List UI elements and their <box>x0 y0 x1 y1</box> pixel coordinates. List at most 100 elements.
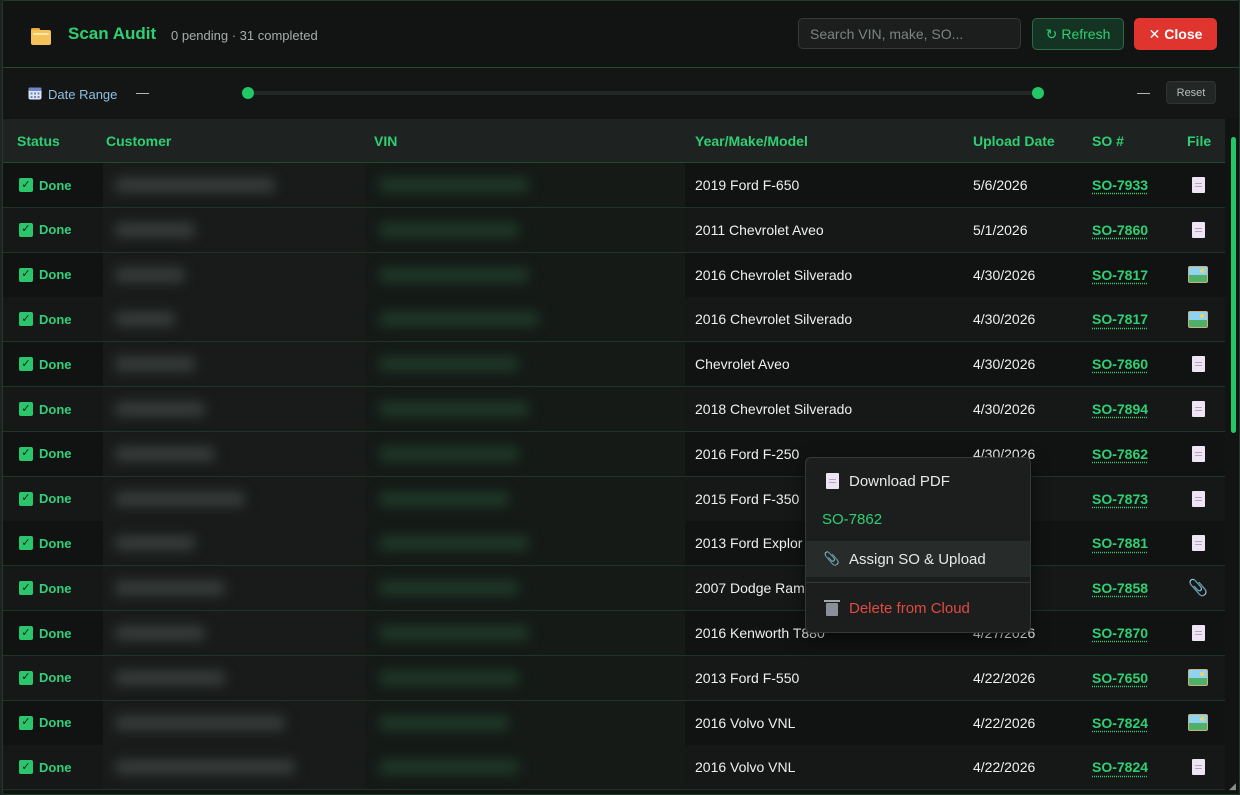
so-number-link[interactable]: SO-7824 <box>1092 701 1148 745</box>
table-row[interactable]: ✓ Done Chevrolet Aveo 4/30/2026 SO-7860 <box>3 342 1225 388</box>
doc-icon <box>1191 759 1205 776</box>
date-range-start-handle[interactable] <box>242 87 254 99</box>
delete-from-cloud-menu-item[interactable]: Delete from Cloud <box>806 590 1030 626</box>
column-header-upload-date[interactable]: Upload Date <box>973 133 1055 149</box>
resize-grip-icon[interactable]: ◢ <box>1229 781 1236 792</box>
date-range-end-handle[interactable] <box>1032 87 1044 99</box>
table-row[interactable]: ✓ Done 2007 Dodge Ram SO-7858 📎 <box>3 566 1225 612</box>
table-row[interactable]: ✓ Done 2016 Kenworth T880 4/27/2026 SO-7870 <box>3 611 1225 656</box>
file-cell[interactable] <box>1187 208 1209 252</box>
table-row[interactable]: ✓ Done 2018 Chevrolet Silverado 4/30/2026 SO… <box>3 387 1225 432</box>
so-number-link[interactable]: SO-7824 <box>1092 745 1148 789</box>
table-header: Status Customer VIN Year/Make/Model Uplo… <box>3 119 1225 163</box>
checkmark-icon: ✓ <box>19 760 33 775</box>
vin-cell-redacted <box>365 163 685 207</box>
status-label: Done <box>39 535 72 551</box>
reset-date-range-button[interactable]: Reset <box>1166 81 1216 104</box>
status-badge: ✓ Done <box>19 253 72 297</box>
refresh-icon: ↻ <box>1045 25 1058 42</box>
assign-so-upload-menu-item[interactable]: 📎 Assign SO & Upload <box>806 541 1030 577</box>
table-row[interactable]: ✓ Done 2016 Chevrolet Silverado 4/30/2026 SO… <box>3 297 1225 343</box>
year-make-model-cell: Chevrolet Aveo <box>695 356 790 373</box>
so-number-link[interactable]: SO-7933 <box>1092 163 1148 207</box>
download-pdf-menu-item[interactable]: Download PDF <box>806 463 1030 499</box>
file-cell[interactable] <box>1187 477 1209 521</box>
image-icon <box>1188 669 1208 687</box>
table-row[interactable]: ✓ Done 2019 Ford F-650 5/6/2026 SO-7933 <box>3 163 1225 208</box>
column-header-customer[interactable]: Customer <box>106 133 171 149</box>
doc-icon <box>1191 356 1205 373</box>
checkmark-icon: ✓ <box>19 402 33 416</box>
status-label: Done <box>39 759 72 775</box>
customer-cell-redacted <box>103 163 365 207</box>
so-number-link[interactable]: SO-7817 <box>1092 253 1148 297</box>
status-badge: ✓ Done <box>19 566 72 610</box>
so-number-link[interactable]: SO-7858 <box>1092 566 1148 610</box>
vin-cell-redacted <box>365 431 685 476</box>
file-cell[interactable] <box>1187 701 1209 745</box>
so-number-link[interactable]: SO-7862 <box>1092 432 1148 476</box>
close-label: Close <box>1164 26 1203 42</box>
doc-icon <box>1191 625 1205 641</box>
table-row[interactable]: ✓ Done 2016 Volvo VNL 4/22/2026 SO-7824 <box>3 700 1225 746</box>
so-number-link[interactable]: SO-7870 <box>1092 611 1148 655</box>
vin-cell-redacted <box>365 252 685 297</box>
file-cell[interactable] <box>1187 521 1209 565</box>
year-make-model-cell: 2016 Chevrolet Silverado <box>695 266 853 283</box>
file-cell[interactable] <box>1187 297 1209 341</box>
refresh-button[interactable]: ↻ Refresh <box>1032 18 1124 50</box>
date-range-label: Date Range <box>48 87 118 102</box>
refresh-label: Refresh <box>1061 26 1111 42</box>
column-header-file[interactable]: File <box>1187 133 1211 149</box>
table-row[interactable]: ✓ Done 2013 Ford F-550 4/22/2026 SO-7650 <box>3 655 1225 701</box>
date-range-slider-track[interactable] <box>248 91 1038 95</box>
status-badge: ✓ Done <box>19 432 72 476</box>
so-number-link[interactable]: SO-7860 <box>1092 342 1148 386</box>
so-number-link[interactable]: SO-7873 <box>1092 477 1148 521</box>
column-header-status[interactable]: Status <box>17 133 60 149</box>
so-number-link[interactable]: SO-7817 <box>1092 297 1148 341</box>
year-make-model-cell: 2007 Dodge Ram <box>695 580 805 597</box>
trash-icon <box>824 599 840 616</box>
so-number-link[interactable]: SO-7650 <box>1092 656 1148 700</box>
file-cell[interactable] <box>1187 656 1209 700</box>
table-row[interactable]: ✓ Done 2016 Volvo VNL 4/22/2026 SO-7824 <box>3 745 1225 791</box>
table-scrollbar[interactable] <box>1228 119 1239 794</box>
column-header-year-make-model[interactable]: Year/Make/Model <box>695 133 808 149</box>
so-number-link[interactable]: SO-7860 <box>1092 208 1148 252</box>
image-icon <box>1188 714 1208 732</box>
vin-cell-redacted <box>365 476 685 521</box>
search-input[interactable] <box>798 18 1021 49</box>
customer-cell-redacted <box>103 252 365 297</box>
scrollbar-thumb[interactable] <box>1231 137 1236 433</box>
file-cell[interactable] <box>1187 432 1209 476</box>
year-make-model-cell: 2011 Chevrolet Aveo <box>695 221 824 238</box>
so-number-link[interactable]: SO-7881 <box>1092 521 1148 565</box>
upload-date-cell: 4/30/2026 <box>973 356 1036 373</box>
table-row[interactable]: ✓ Done 2015 Ford F-350 SO-7873 <box>3 476 1225 522</box>
table-row[interactable]: ✓ Done 2011 Chevrolet Aveo 5/1/2026 SO-7860 <box>3 207 1225 253</box>
column-header-vin[interactable]: VIN <box>374 133 397 149</box>
status-label: Done <box>39 670 72 686</box>
customer-cell-redacted <box>103 566 365 611</box>
file-cell[interactable] <box>1187 387 1209 431</box>
column-header-so-number[interactable]: SO # <box>1092 133 1124 149</box>
status-badge: ✓ Done <box>19 342 72 386</box>
date-range-filter: Date Range — — Reset <box>3 68 1239 118</box>
file-cell[interactable] <box>1187 611 1209 655</box>
file-cell[interactable]: 📎 <box>1187 566 1209 610</box>
table-row[interactable]: ✓ Done 2013 Ford Explor SO-7881 <box>3 521 1225 567</box>
table-row[interactable]: ✓ Done 2016 Ford F-250 4/30/2026 SO-7862 <box>3 431 1225 477</box>
file-cell[interactable] <box>1187 745 1209 789</box>
doc-icon <box>1191 490 1205 507</box>
status-label: Done <box>39 625 72 641</box>
checkmark-icon: ✓ <box>19 446 33 461</box>
table-row[interactable]: ✓ Done 2016 Chevrolet Silverado 4/30/2026 SO… <box>3 252 1225 298</box>
file-cell[interactable] <box>1187 253 1209 297</box>
file-cell[interactable] <box>1187 342 1209 386</box>
status-badge: ✓ Done <box>19 521 72 565</box>
close-button[interactable]: ✕ Close <box>1134 18 1217 50</box>
so-number-link[interactable]: SO-7894 <box>1092 387 1148 431</box>
file-cell[interactable] <box>1187 163 1209 207</box>
doc-icon <box>1191 445 1205 462</box>
